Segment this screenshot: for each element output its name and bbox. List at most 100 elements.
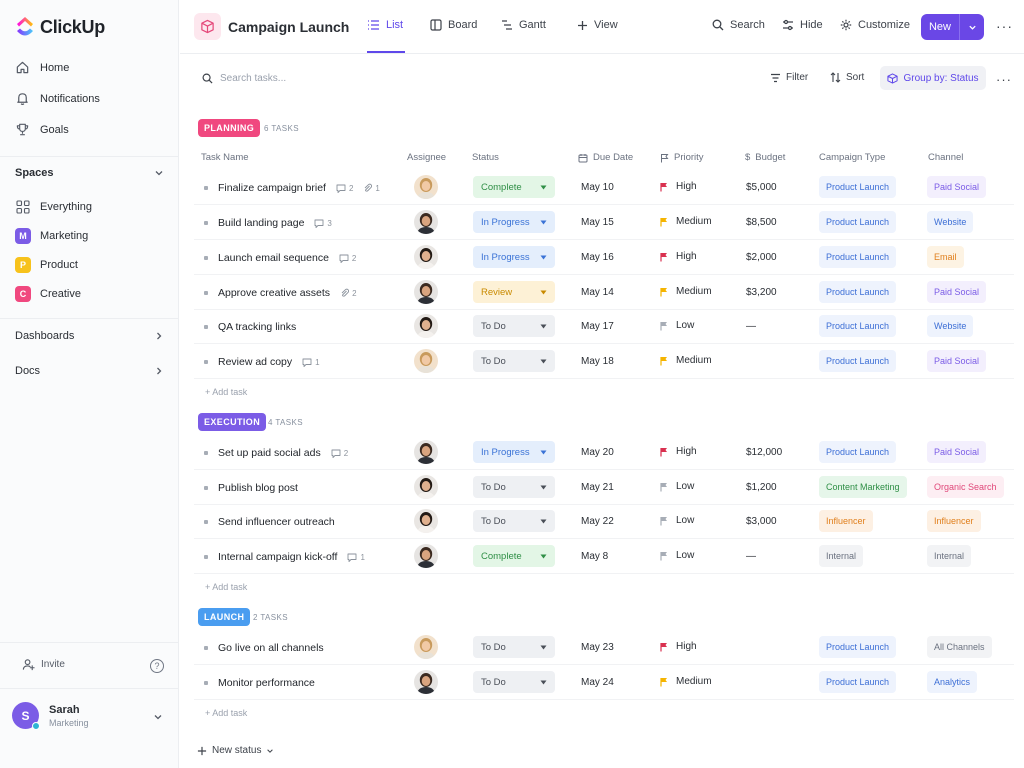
new-status-button[interactable]: New status (197, 745, 274, 756)
task-name-cell[interactable]: Go live on all channels (218, 642, 324, 654)
table-row[interactable]: Monitor performance To Do May 24 Medium Prod… (194, 665, 1014, 700)
task-name-cell[interactable]: QA tracking links (218, 321, 296, 333)
campaign-type-tag[interactable]: Product Launch (819, 176, 897, 198)
priority-cell[interactable]: Medium (660, 216, 712, 227)
task-name-cell[interactable]: Monitor performance (218, 677, 315, 689)
due-date[interactable]: May 16 (581, 252, 614, 263)
table-row[interactable]: Set up paid social ads 2 In Progress May 20… (194, 435, 1014, 470)
channel-tag[interactable]: Paid Social (927, 281, 987, 303)
task-name-cell[interactable]: Send influencer outreach (218, 516, 335, 528)
task-name[interactable]: Monitor performance (218, 677, 315, 689)
column-header-status[interactable]: Status (472, 152, 499, 163)
task-name[interactable]: Review ad copy (218, 356, 292, 368)
help-icon[interactable]: ? (150, 659, 164, 673)
sort-button[interactable]: Sort (830, 72, 864, 83)
task-name[interactable]: Launch email sequence (218, 252, 329, 264)
due-date[interactable]: May 24 (581, 677, 614, 688)
assignee-avatar[interactable] (414, 349, 438, 373)
priority-cell[interactable]: Low (660, 481, 694, 492)
status-dropdown[interactable]: To Do (473, 476, 555, 498)
add-view-button[interactable]: View (577, 19, 618, 31)
column-header-channel[interactable]: Channel (928, 152, 963, 163)
comment-count[interactable]: 2 (331, 449, 348, 458)
campaign-type-tag[interactable]: Product Launch (819, 281, 897, 303)
task-name[interactable]: Internal campaign kick-off (218, 551, 337, 563)
table-row[interactable]: Internal campaign kick-off 1 Complete May 8… (194, 539, 1014, 574)
task-name[interactable]: QA tracking links (218, 321, 296, 333)
campaign-type-tag[interactable]: Product Launch (819, 671, 897, 693)
user-profile[interactable]: S Sarah Marketing (12, 702, 89, 730)
channel-tag[interactable]: Email (927, 246, 964, 268)
assignee-avatar[interactable] (414, 210, 438, 234)
task-name[interactable]: Build landing page (218, 217, 304, 229)
new-dropdown[interactable] (960, 23, 984, 32)
budget-value[interactable]: — (746, 321, 756, 332)
due-date[interactable]: May 14 (581, 287, 614, 298)
task-name-cell[interactable]: Finalize campaign brief 2 1 (218, 182, 380, 194)
space-creative[interactable]: C Creative (15, 286, 81, 302)
priority-cell[interactable]: High (660, 446, 697, 457)
status-dropdown[interactable]: To Do (473, 350, 555, 372)
column-header-budget[interactable]: $ Budget (745, 152, 785, 163)
task-name-cell[interactable]: Launch email sequence 2 (218, 252, 356, 264)
status-dropdown[interactable]: To Do (473, 671, 555, 693)
channel-tag[interactable]: All Channels (927, 636, 992, 658)
campaign-type-tag[interactable]: Product Launch (819, 441, 897, 463)
due-date[interactable]: May 20 (581, 447, 614, 458)
task-name[interactable]: Publish blog post (218, 482, 298, 494)
table-row[interactable]: Go live on all channels To Do May 23 High Pr… (194, 630, 1014, 665)
due-date[interactable]: May 15 (581, 217, 614, 228)
column-header-assignee[interactable]: Assignee (407, 152, 446, 163)
priority-cell[interactable]: Low (660, 515, 694, 526)
add-task-button[interactable]: + Add task (205, 582, 247, 592)
table-row[interactable]: Build landing page 3 In Progress May 15 Medi… (194, 205, 1014, 240)
comment-count[interactable]: 3 (314, 219, 332, 228)
nav-notifications[interactable]: Notifications (15, 91, 100, 106)
dashboards-header[interactable]: Dashboards (15, 330, 164, 342)
budget-value[interactable]: $3,200 (746, 287, 777, 298)
channel-tag[interactable]: Website (927, 315, 974, 337)
comment-count[interactable]: 1 (302, 358, 320, 367)
budget-value[interactable]: $2,000 (746, 252, 777, 263)
task-name[interactable]: Approve creative assets (218, 287, 330, 299)
campaign-type-tag[interactable]: Product Launch (819, 636, 897, 658)
column-header-priority[interactable]: Priority (660, 152, 704, 163)
campaign-type-tag[interactable]: Product Launch (819, 315, 897, 337)
table-row[interactable]: Publish blog post To Do May 21 Low $1,200 Con… (194, 470, 1014, 505)
chevron-down-icon[interactable] (154, 168, 164, 178)
priority-cell[interactable]: Medium (660, 676, 712, 687)
status-dropdown[interactable]: Complete (473, 545, 555, 567)
task-name[interactable]: Finalize campaign brief (218, 182, 326, 194)
group-pill-planning[interactable]: PLANNING (198, 119, 261, 137)
column-header-due-date[interactable]: Due Date (578, 152, 633, 163)
group-pill-launch[interactable]: LAUNCH (198, 608, 251, 626)
chevron-down-icon[interactable] (153, 712, 163, 722)
status-dropdown[interactable]: To Do (473, 315, 555, 337)
spaces-header[interactable]: Spaces (15, 167, 164, 179)
assignee-avatar[interactable] (414, 175, 438, 199)
budget-value[interactable]: $8,500 (746, 217, 777, 228)
more-options-icon[interactable]: ··· (996, 18, 1013, 34)
assignee-avatar[interactable] (414, 475, 438, 499)
comment-count[interactable]: 2 (339, 254, 356, 263)
task-name-cell[interactable]: Review ad copy 1 (218, 356, 320, 368)
priority-cell[interactable]: Low (660, 320, 694, 331)
search-button[interactable]: Search (712, 19, 765, 31)
group-pill-execution[interactable]: EXECUTION (198, 413, 267, 431)
channel-tag[interactable]: Influencer (927, 510, 981, 532)
tab-gantt[interactable]: Gantt (501, 19, 546, 31)
assignee-avatar[interactable] (414, 440, 438, 464)
table-row[interactable]: Review ad copy 1 To Do May 18 Medium Product … (194, 344, 1014, 379)
task-name[interactable]: Send influencer outreach (218, 516, 335, 528)
comment-count[interactable]: 1 (347, 553, 365, 562)
task-name-cell[interactable]: Build landing page 3 (218, 217, 332, 229)
assignee-avatar[interactable] (414, 509, 438, 533)
status-dropdown[interactable]: Complete (473, 176, 555, 198)
priority-cell[interactable]: Medium (660, 286, 712, 297)
status-dropdown[interactable]: In Progress (473, 211, 555, 233)
nav-home[interactable]: Home (15, 60, 69, 75)
hide-button[interactable]: Hide (782, 19, 823, 31)
column-header-task-name[interactable]: Task Name (201, 152, 249, 163)
campaign-type-tag[interactable]: Product Launch (819, 350, 897, 372)
assignee-avatar[interactable] (414, 635, 438, 659)
